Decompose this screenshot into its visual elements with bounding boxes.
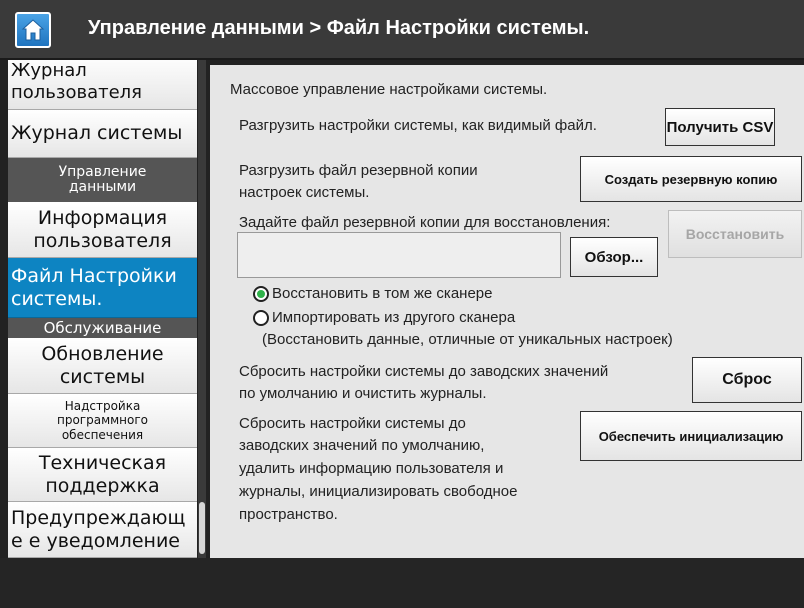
init-description-line3: удалить информацию пользователя и: [239, 460, 504, 477]
sidebar-item-system-log[interactable]: Журнал системы: [8, 110, 197, 158]
page-title: Управление данными > Файл Настройки сист…: [88, 17, 590, 39]
backup-description-line1: Разгрузить файл резервной копии: [239, 162, 478, 179]
csv-description: Разгрузить настройки системы, как видимы…: [239, 117, 597, 134]
get-csv-button[interactable]: Получить CSV: [665, 108, 775, 146]
init-description-line4: журналы, инициализировать свободное: [239, 483, 518, 500]
create-backup-button[interactable]: Создать резервную копию: [580, 156, 802, 202]
radio-other-scanner-note: (Восстановить данные, отличные от уникал…: [262, 331, 673, 348]
home-button[interactable]: [15, 12, 51, 48]
sidebar-category-label: Управление данными: [58, 163, 147, 195]
sidebar-item-system-settings-file[interactable]: Файл Настройки системы.: [8, 258, 197, 318]
radio-other-scanner[interactable]: [253, 310, 269, 326]
home-icon: [21, 19, 45, 41]
radio-same-scanner-label: Восстановить в том же сканере: [272, 285, 493, 302]
reset-button[interactable]: Сброс: [692, 357, 802, 403]
restore-label: Задайте файл резервной копии для восстан…: [239, 214, 611, 231]
radio-same-scanner[interactable]: [253, 286, 269, 302]
sidebar-item-label: Обновление системы: [41, 343, 164, 388]
sidebar-item-label: Файл Настройки системы.: [11, 265, 177, 310]
sidebar-item-user-log[interactable]: Журнал пользователя: [8, 60, 197, 110]
footer-bar: [0, 558, 804, 608]
sidebar-item-label: Техническая поддержка: [38, 452, 167, 497]
sidebar-category-label: Обслуживание: [43, 318, 162, 337]
init-description-line2: заводских значений по умолчанию,: [239, 437, 485, 454]
intro-text: Массовое управление настройками системы.: [230, 81, 548, 98]
reset-description-line1: Сбросить настройки системы до заводских …: [239, 363, 609, 380]
backup-file-input[interactable]: [237, 232, 561, 278]
sidebar: Журнал пользователя Журнал системы Управ…: [8, 60, 197, 558]
sidebar-item-user-info[interactable]: Информация пользователя: [8, 202, 197, 258]
title-bar: Управление данными > Файл Настройки сист…: [0, 0, 804, 60]
restore-button[interactable]: Восстановить: [668, 210, 802, 258]
sidebar-scrollbar[interactable]: [198, 60, 206, 558]
sidebar-item-label: Предупреждающе е уведомление: [11, 507, 186, 552]
sidebar-category-data-management: Управление данными: [8, 158, 197, 202]
sidebar-item-warning-notice[interactable]: Предупреждающе е уведомление: [8, 502, 197, 558]
sidebar-category-maintenance: Обслуживание: [8, 318, 197, 338]
sidebar-item-label: Журнал системы: [11, 122, 183, 145]
backup-description-line2: настроек системы.: [239, 184, 370, 201]
sidebar-item-label: Надстройка программного обеспечения: [56, 398, 149, 442]
reset-description-line2: по умолчанию и очистить журналы.: [239, 385, 487, 402]
radio-other-scanner-label: Импортировать из другого сканера: [272, 309, 516, 326]
sidebar-scroll-thumb[interactable]: [199, 502, 205, 554]
initialize-button[interactable]: Обеспечить инициализацию: [580, 411, 802, 461]
sidebar-item-tech-support[interactable]: Техническая поддержка: [8, 448, 197, 502]
init-description-line5: пространство.: [239, 506, 338, 523]
sidebar-item-label: Журнал пользователя: [11, 60, 143, 103]
sidebar-item-system-update[interactable]: Обновление системы: [8, 338, 197, 394]
init-description-line1: Сбросить настройки системы до: [239, 415, 466, 432]
sidebar-item-software-setup[interactable]: Надстройка программного обеспечения: [8, 394, 197, 448]
browse-button[interactable]: Обзор...: [570, 237, 658, 277]
sidebar-item-label: Информация пользователя: [33, 207, 172, 252]
